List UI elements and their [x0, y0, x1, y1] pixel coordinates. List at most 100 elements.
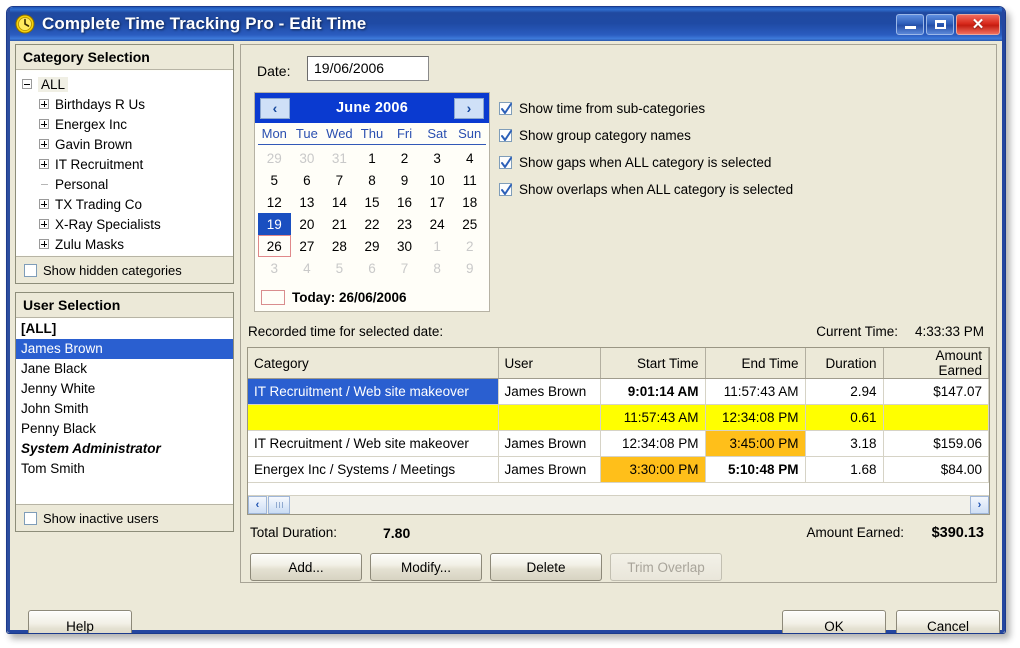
- calendar-day-29-w4d3[interactable]: 29: [356, 235, 389, 257]
- cell-end-time[interactable]: 11:57:43 AM: [705, 379, 805, 405]
- scroll-right-button[interactable]: ›: [970, 496, 989, 514]
- calendar-day-26-w4d0[interactable]: 26: [258, 235, 291, 257]
- cell-start-time[interactable]: 3:30:00 PM: [600, 457, 705, 483]
- calendar-day-10-w1d5[interactable]: 10: [421, 169, 454, 191]
- calendar-day-29-w0d0[interactable]: 29: [258, 147, 291, 169]
- calendar-day-4-w0d6[interactable]: 4: [453, 147, 486, 169]
- cell-amount-earned[interactable]: $84.00: [883, 457, 989, 483]
- tree-item-it-recruitment[interactable]: IT Recruitment: [16, 154, 233, 174]
- tree-item-personal[interactable]: Personal: [16, 174, 233, 194]
- calendar-month-title[interactable]: June 2006: [336, 100, 408, 116]
- expand-icon[interactable]: [39, 199, 49, 209]
- option-show-overlaps[interactable]: Show overlaps when ALL category is selec…: [499, 176, 793, 203]
- expand-icon[interactable]: [39, 159, 49, 169]
- time-entries-grid[interactable]: Category User Start Time End Time Durati…: [247, 347, 990, 515]
- date-input[interactable]: 19/06/2006: [307, 56, 429, 81]
- calendar-day-14-w2d2[interactable]: 14: [323, 191, 356, 213]
- user-item-all[interactable]: [ALL]: [16, 319, 233, 339]
- calendar-day-8-w5d5[interactable]: 8: [421, 257, 454, 279]
- calendar-day-24-w3d5[interactable]: 24: [421, 213, 454, 235]
- tree-item-gavin-brown[interactable]: Gavin Brown: [16, 134, 233, 154]
- user-list[interactable]: [ALL] James Brown Jane Black Jenny White…: [16, 319, 233, 503]
- cancel-button[interactable]: Cancel: [896, 610, 1000, 634]
- calendar-day-12-w2d0[interactable]: 12: [258, 191, 291, 213]
- ok-button[interactable]: OK: [782, 610, 886, 634]
- cell-user[interactable]: [498, 405, 600, 431]
- cell-category[interactable]: IT Recruitment / Web site makeover: [248, 431, 498, 457]
- cell-start-time[interactable]: 9:01:14 AM: [600, 379, 705, 405]
- calendar-prev-month-button[interactable]: ‹: [260, 98, 290, 119]
- expand-icon[interactable]: [39, 219, 49, 229]
- cell-duration[interactable]: 1.68: [805, 457, 883, 483]
- expand-icon[interactable]: [39, 99, 49, 109]
- calendar-day-21-w3d2[interactable]: 21: [323, 213, 356, 235]
- expand-icon[interactable]: [39, 119, 49, 129]
- calendar-day-5-w1d0[interactable]: 5: [258, 169, 291, 191]
- calendar-day-2-w0d4[interactable]: 2: [388, 147, 421, 169]
- user-item-jane-black[interactable]: Jane Black: [16, 359, 233, 379]
- calendar-day-9-w5d6[interactable]: 9: [453, 257, 486, 279]
- horizontal-scrollbar[interactable]: ‹ ›: [248, 495, 989, 514]
- calendar-day-28-w4d2[interactable]: 28: [323, 235, 356, 257]
- calendar-day-1-w0d3[interactable]: 1: [356, 147, 389, 169]
- show-hidden-categories-row[interactable]: Show hidden categories: [16, 256, 233, 283]
- cell-end-time[interactable]: 12:34:08 PM: [705, 405, 805, 431]
- show-inactive-users-row[interactable]: Show inactive users: [16, 504, 233, 531]
- calendar-day-9-w1d4[interactable]: 9: [388, 169, 421, 191]
- user-item-penny-black[interactable]: Penny Black: [16, 419, 233, 439]
- help-button[interactable]: Help: [28, 610, 132, 634]
- calendar-day-30-w0d1[interactable]: 30: [291, 147, 324, 169]
- column-header-user[interactable]: User: [498, 348, 600, 379]
- cell-end-time[interactable]: 3:45:00 PM: [705, 431, 805, 457]
- option-show-group-category-names[interactable]: Show group category names: [499, 122, 793, 149]
- calendar-day-15-w2d3[interactable]: 15: [356, 191, 389, 213]
- user-item-tom-smith[interactable]: Tom Smith: [16, 459, 233, 479]
- column-header-category[interactable]: Category: [248, 348, 498, 379]
- calendar-day-16-w2d4[interactable]: 16: [388, 191, 421, 213]
- delete-button[interactable]: Delete: [490, 553, 602, 581]
- tree-item-birthdays-r-us[interactable]: Birthdays R Us: [16, 94, 233, 114]
- cell-end-time[interactable]: 5:10:48 PM: [705, 457, 805, 483]
- user-item-john-smith[interactable]: John Smith: [16, 399, 233, 419]
- cell-user[interactable]: James Brown: [498, 379, 600, 405]
- calendar-day-6-w1d1[interactable]: 6: [291, 169, 324, 191]
- cell-amount-earned[interactable]: [883, 405, 989, 431]
- column-header-end-time[interactable]: End Time: [705, 348, 805, 379]
- cell-user[interactable]: James Brown: [498, 431, 600, 457]
- category-tree[interactable]: ALL Birthdays R Us Energex Inc Gavin Bro…: [16, 71, 233, 255]
- calendar-day-5-w5d2[interactable]: 5: [323, 257, 356, 279]
- calendar-day-20-w3d1[interactable]: 20: [291, 213, 324, 235]
- column-header-start-time[interactable]: Start Time: [600, 348, 705, 379]
- cell-category[interactable]: IT Recruitment / Web site makeover: [248, 379, 498, 405]
- calendar-day-3-w0d5[interactable]: 3: [421, 147, 454, 169]
- calendar-day-7-w1d2[interactable]: 7: [323, 169, 356, 191]
- calendar-day-31-w0d2[interactable]: 31: [323, 147, 356, 169]
- table-row-gap[interactable]: 11:57:43 AM 12:34:08 PM 0.61: [248, 405, 989, 431]
- calendar-day-27-w4d1[interactable]: 27: [291, 235, 324, 257]
- tree-item-energex-inc[interactable]: Energex Inc: [16, 114, 233, 134]
- checked-checkbox-icon[interactable]: [499, 156, 512, 169]
- cell-start-time[interactable]: 12:34:08 PM: [600, 431, 705, 457]
- calendar-day-2-w4d6[interactable]: 2: [453, 235, 486, 257]
- column-header-amount-earned[interactable]: Amount Earned: [883, 348, 989, 379]
- calendar-day-6-w5d3[interactable]: 6: [356, 257, 389, 279]
- calendar-day-17-w2d5[interactable]: 17: [421, 191, 454, 213]
- cell-amount-earned[interactable]: $147.07: [883, 379, 989, 405]
- show-inactive-users-checkbox[interactable]: [24, 512, 37, 525]
- user-item-james-brown[interactable]: James Brown: [16, 339, 233, 359]
- checked-checkbox-icon[interactable]: [499, 183, 512, 196]
- calendar-day-7-w5d4[interactable]: 7: [388, 257, 421, 279]
- cell-start-time[interactable]: 11:57:43 AM: [600, 405, 705, 431]
- calendar-day-25-w3d6[interactable]: 25: [453, 213, 486, 235]
- calendar-day-8-w1d3[interactable]: 8: [356, 169, 389, 191]
- scrollbar-track[interactable]: [290, 496, 970, 514]
- cell-duration[interactable]: 2.94: [805, 379, 883, 405]
- calendar-day-11-w1d6[interactable]: 11: [453, 169, 486, 191]
- user-item-jenny-white[interactable]: Jenny White: [16, 379, 233, 399]
- calendar-day-23-w3d4[interactable]: 23: [388, 213, 421, 235]
- tree-item-tx-trading-co[interactable]: TX Trading Co: [16, 194, 233, 214]
- cell-duration[interactable]: 3.18: [805, 431, 883, 457]
- expand-icon[interactable]: [39, 139, 49, 149]
- collapse-icon[interactable]: [22, 79, 32, 89]
- add-button[interactable]: Add...: [250, 553, 362, 581]
